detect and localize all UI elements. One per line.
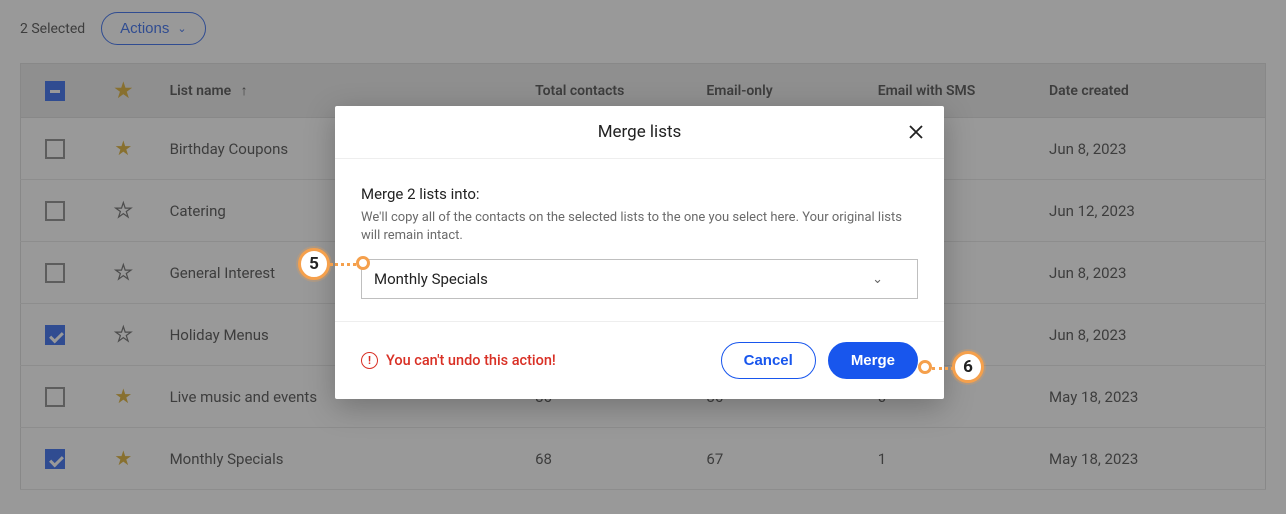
selected-list-value: Monthly Specials bbox=[374, 270, 488, 288]
chevron-down-icon: ⌄ bbox=[872, 272, 883, 287]
merge-button[interactable]: Merge bbox=[828, 342, 918, 379]
warning-text: You can't undo this action! bbox=[386, 352, 556, 369]
warning-icon: ! bbox=[361, 352, 378, 369]
dialog-footer: ! You can't undo this action! Cancel Mer… bbox=[335, 321, 944, 399]
close-icon bbox=[908, 124, 924, 140]
warning: ! You can't undo this action! bbox=[361, 352, 556, 369]
merge-prompt: Merge 2 lists into: bbox=[361, 185, 918, 203]
annotation-6: 6 bbox=[952, 351, 984, 383]
annotation-6-dot bbox=[918, 360, 932, 374]
merge-description: We'll copy all of the contacts on the se… bbox=[361, 209, 918, 245]
dialog-header: Merge lists bbox=[335, 106, 944, 159]
annotation-5: 5 bbox=[298, 248, 330, 280]
page-root: 2 Selected Actions ⌄ ★ List name ↑ bbox=[0, 0, 1286, 514]
cancel-button[interactable]: Cancel bbox=[721, 342, 816, 379]
annotation-6-line bbox=[932, 367, 954, 370]
close-button[interactable] bbox=[904, 120, 928, 149]
annotation-5-dot bbox=[356, 256, 370, 270]
target-list-select[interactable]: Monthly Specials ⌄ bbox=[361, 259, 918, 299]
annotation-5-line bbox=[330, 263, 356, 266]
dialog-body: Merge 2 lists into: We'll copy all of th… bbox=[335, 159, 944, 321]
button-row: Cancel Merge bbox=[721, 342, 918, 379]
merge-dialog: Merge lists Merge 2 lists into: We'll co… bbox=[335, 106, 944, 399]
dialog-title: Merge lists bbox=[598, 122, 682, 142]
